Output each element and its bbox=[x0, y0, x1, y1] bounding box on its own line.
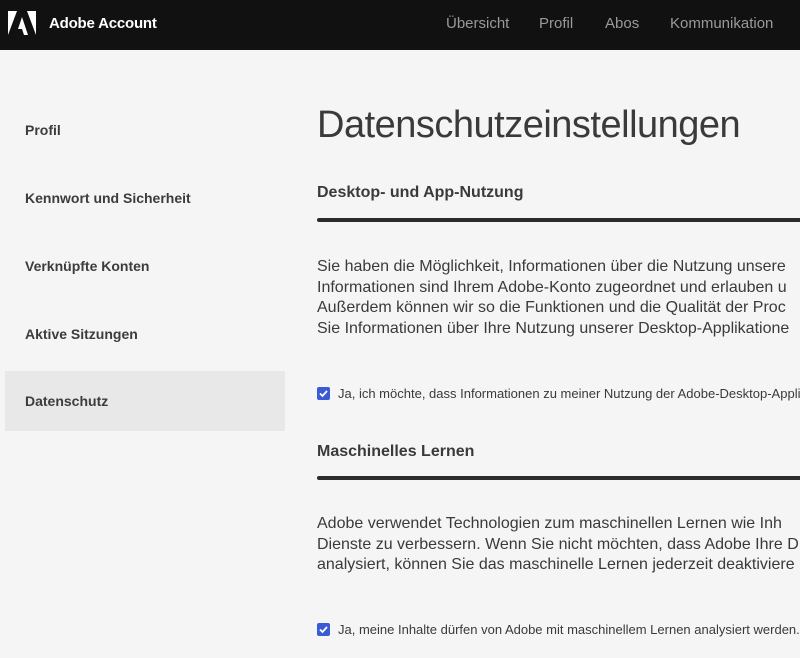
ml-consent-label[interactable]: Ja, meine Inhalte dürfen von Adobe mit m… bbox=[338, 622, 800, 637]
ml-consent-checkbox[interactable] bbox=[317, 623, 330, 637]
checkmark-icon bbox=[319, 390, 328, 398]
section-divider bbox=[317, 476, 800, 480]
checkmark-icon bbox=[319, 626, 328, 634]
sidebar-item-profil[interactable]: Profil bbox=[5, 96, 285, 164]
paragraph-line: Sie haben die Möglichkeit, Informationen… bbox=[317, 258, 786, 275]
section-heading-desktop-app: Desktop- und App-Nutzung bbox=[317, 184, 524, 201]
section-divider bbox=[317, 218, 800, 222]
sidebar-item-kennwort[interactable]: Kennwort und Sicherheit bbox=[5, 164, 285, 232]
paragraph-line: Sie Informationen über Ihre Nutzung unse… bbox=[317, 319, 790, 337]
paragraph-line: Dienste zu verbessern. Wenn Sie nicht mö… bbox=[317, 535, 799, 553]
page-title: Datenschutzeinstellungen bbox=[317, 104, 741, 146]
section-heading-machine-learning: Maschinelles Lernen bbox=[317, 443, 475, 460]
section-description-desktop-app: Sie haben die Möglichkeit, Informationen… bbox=[317, 257, 800, 339]
adobe-logo-icon[interactable] bbox=[8, 11, 36, 35]
nav-abos[interactable]: Abos bbox=[605, 15, 639, 32]
sidebar-item-datenschutz[interactable]: Datenschutz bbox=[5, 371, 285, 431]
top-navigation-bar: Adobe Account Übersicht Profil Abos Komm… bbox=[0, 0, 800, 50]
usage-consent-row: Ja, ich möchte, dass Informationen zu me… bbox=[317, 385, 800, 401]
paragraph-line: Außerdem können wir so die Funktionen un… bbox=[317, 299, 786, 316]
usage-consent-label[interactable]: Ja, ich möchte, dass Informationen zu me… bbox=[338, 386, 800, 401]
usage-consent-checkbox[interactable] bbox=[317, 387, 330, 401]
sidebar: Profil Kennwort und Sicherheit Verknüpft… bbox=[5, 96, 285, 431]
paragraph-line: Informationen sind Ihrem Adobe-Konto zug… bbox=[317, 278, 787, 296]
paragraph-line: Adobe verwendet Technologien zum maschin… bbox=[317, 515, 782, 532]
ml-consent-row: Ja, meine Inhalte dürfen von Adobe mit m… bbox=[317, 621, 800, 637]
sidebar-item-verknuepfte-konten[interactable]: Verknüpfte Konten bbox=[5, 232, 285, 300]
paragraph-line: analysiert, können Sie das maschinelle L… bbox=[317, 556, 795, 573]
section-description-machine-learning: Adobe verwendet Technologien zum maschin… bbox=[317, 514, 800, 576]
nav-kommunikation[interactable]: Kommunikation bbox=[670, 15, 773, 32]
nav-profil[interactable]: Profil bbox=[539, 15, 573, 32]
sidebar-item-aktive-sitzungen[interactable]: Aktive Sitzungen bbox=[5, 300, 285, 368]
nav-uebersicht[interactable]: Übersicht bbox=[446, 15, 509, 32]
app-title[interactable]: Adobe Account bbox=[49, 15, 157, 32]
